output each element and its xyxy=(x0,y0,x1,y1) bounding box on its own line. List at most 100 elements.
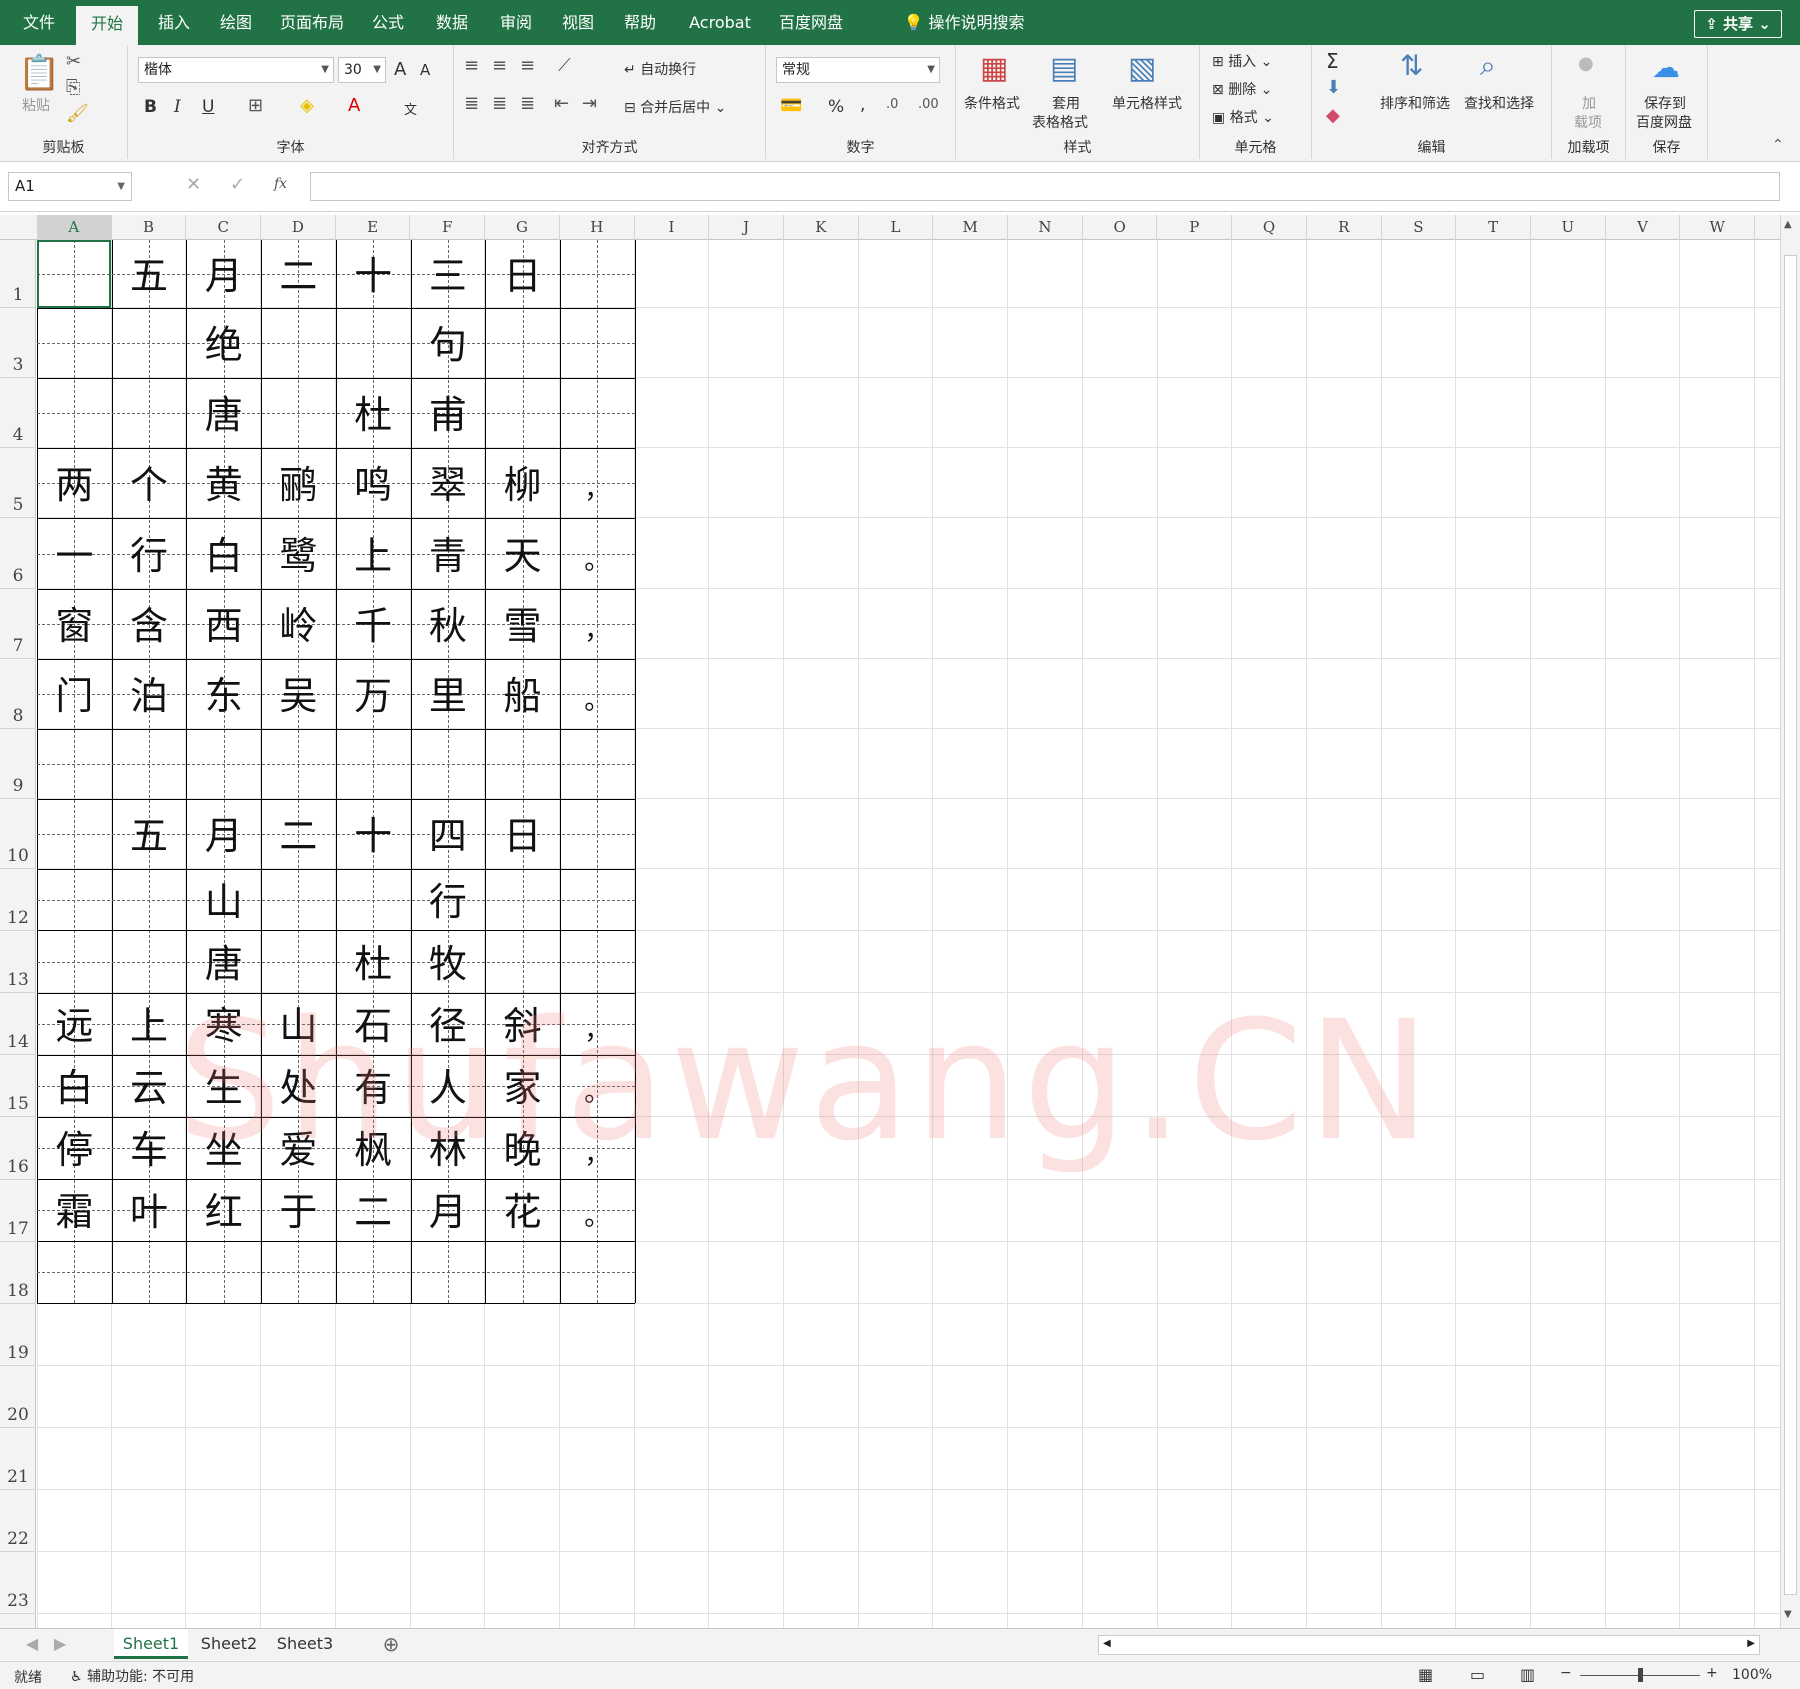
copy-icon[interactable]: ⎘ xyxy=(66,77,80,98)
poem-character[interactable]: 云 xyxy=(112,1066,187,1110)
poem-character[interactable]: 花 xyxy=(485,1190,560,1234)
column-header-v[interactable]: V xyxy=(1606,215,1681,240)
column-header-q[interactable]: Q xyxy=(1232,215,1307,240)
row-header-18[interactable]: 18 xyxy=(0,1242,36,1304)
font-name-select[interactable]: 楷体 ▼ xyxy=(138,57,334,83)
accessibility-status[interactable]: ♿ 辅助功能: 不可用 xyxy=(70,1666,194,1686)
merge-center-button[interactable]: ⊟ 合并后居中 ⌄ xyxy=(624,97,726,117)
column-header-t[interactable]: T xyxy=(1456,215,1531,240)
next-sheet-icon[interactable]: ▶ xyxy=(50,1629,70,1659)
clear-icon[interactable]: ◆ xyxy=(1326,105,1340,126)
column-header-o[interactable]: O xyxy=(1083,215,1158,240)
page-layout-view-icon[interactable]: ▭ xyxy=(1470,1665,1485,1684)
increase-decimal-icon[interactable]: .0 xyxy=(886,97,898,112)
addins-button[interactable]: 加 xyxy=(1582,93,1596,113)
scroll-left-icon[interactable]: ◀ xyxy=(1103,1638,1111,1649)
scroll-up-icon[interactable]: ▲ xyxy=(1784,219,1792,230)
poem-character[interactable]: 叶 xyxy=(112,1190,187,1234)
column-header-a[interactable]: A xyxy=(37,215,112,240)
page-break-view-icon[interactable]: ▥ xyxy=(1520,1665,1535,1684)
poem-character[interactable]: 山 xyxy=(186,880,261,924)
poem-character[interactable]: 牧 xyxy=(411,942,486,986)
tab-home[interactable]: 开始 xyxy=(76,6,138,45)
poem-character[interactable]: 。 xyxy=(560,1202,635,1232)
column-header-c[interactable]: C xyxy=(186,215,262,240)
format-table-button-2[interactable]: 表格格式 xyxy=(1032,112,1088,132)
cell-styles-icon[interactable]: ▧ xyxy=(1128,51,1156,86)
orientation-icon[interactable]: ⟋ xyxy=(558,55,571,76)
row-header-5[interactable]: 5 xyxy=(0,448,36,518)
align-right-icon[interactable]: ≣ xyxy=(520,93,535,114)
row-header-4[interactable]: 4 xyxy=(0,378,36,448)
row-header-20[interactable]: 20 xyxy=(0,1366,36,1428)
column-header-m[interactable]: M xyxy=(933,215,1009,240)
poem-character[interactable]: 唐 xyxy=(186,942,261,986)
grow-font-button[interactable]: A xyxy=(394,59,406,80)
tab-data[interactable]: 数据 xyxy=(424,0,480,45)
insert-cells-button[interactable]: ⊞ 插入 ⌄ xyxy=(1212,51,1272,71)
tab-help[interactable]: 帮助 xyxy=(612,0,668,45)
poem-character[interactable]: 于 xyxy=(261,1190,336,1234)
tab-acrobat[interactable]: Acrobat xyxy=(680,0,760,45)
fill-color-icon[interactable]: ◈ xyxy=(300,95,314,116)
shrink-font-button[interactable]: A xyxy=(420,61,430,79)
borders-icon[interactable]: ⊞ xyxy=(248,95,263,116)
format-table-button[interactable]: 套用 xyxy=(1052,93,1080,113)
delete-cells-button[interactable]: ⊠ 删除 ⌄ xyxy=(1212,79,1272,99)
column-header-n[interactable]: N xyxy=(1008,215,1083,240)
comma-button[interactable]: , xyxy=(860,95,865,115)
decrease-decimal-icon[interactable]: .00 xyxy=(918,97,939,112)
zoom-slider[interactable] xyxy=(1580,1668,1700,1682)
poem-character[interactable]: 红 xyxy=(186,1190,261,1234)
tab-page-layout[interactable]: 页面布局 xyxy=(272,0,352,45)
sort-filter-button[interactable]: 排序和筛选 xyxy=(1380,93,1450,113)
conditional-format-icon[interactable]: ▦ xyxy=(980,51,1008,86)
row-header-17[interactable]: 17 xyxy=(0,1180,36,1242)
conditional-format-button[interactable]: 条件格式 xyxy=(964,93,1020,113)
row-header-16[interactable]: 16 xyxy=(0,1117,36,1180)
column-header-l[interactable]: L xyxy=(859,215,934,240)
format-cells-button[interactable]: ▣ 格式 ⌄ xyxy=(1212,107,1274,127)
tab-formulas[interactable]: 公式 xyxy=(360,0,416,45)
paste-button[interactable]: 粘贴 xyxy=(22,95,50,115)
column-header-s[interactable]: S xyxy=(1382,215,1457,240)
worksheet-grid[interactable]: 五月二十三日绝句唐杜甫两个黄鹂鸣翠柳，一行白鹭上青天。窗含西岭千秋雪，门泊东吴万… xyxy=(37,240,1780,1628)
cell-styles-button[interactable]: 单元格样式 xyxy=(1112,93,1182,113)
poem-character[interactable]: 二 xyxy=(336,1190,411,1234)
find-select-icon[interactable]: ⌕ xyxy=(1480,49,1496,83)
align-center-icon[interactable]: ≣ xyxy=(492,93,507,114)
underline-button[interactable]: U xyxy=(202,97,214,117)
column-header-f[interactable]: F xyxy=(411,215,486,240)
vertical-scrollbar[interactable]: ▲ ▼ xyxy=(1780,215,1800,1628)
save-baidu-button[interactable]: 保存到 xyxy=(1644,93,1686,113)
poem-character[interactable]: 杜 xyxy=(336,942,411,986)
row-header-1[interactable]: 1 xyxy=(0,240,36,308)
zoom-in-icon[interactable]: + xyxy=(1706,1665,1718,1681)
row-header-19[interactable]: 19 xyxy=(0,1304,36,1366)
column-header-r[interactable]: R xyxy=(1307,215,1382,240)
row-header-15[interactable]: 15 xyxy=(0,1055,36,1117)
column-header-d[interactable]: D xyxy=(261,215,336,240)
align-middle-icon[interactable]: ≡ xyxy=(492,55,507,76)
number-format-select[interactable]: 常规 ▼ xyxy=(776,57,940,83)
poem-character[interactable]: 停 xyxy=(37,1128,112,1172)
tell-me-search[interactable]: 💡 操作说明搜索 xyxy=(874,0,1054,45)
align-left-icon[interactable]: ≣ xyxy=(464,93,479,114)
column-header-j[interactable]: J xyxy=(709,215,784,240)
row-header-21[interactable]: 21 xyxy=(0,1428,36,1490)
format-table-icon[interactable]: ▤ xyxy=(1050,51,1078,86)
row-header-14[interactable]: 14 xyxy=(0,993,36,1055)
tab-view[interactable]: 视图 xyxy=(550,0,606,45)
name-box[interactable]: A1 ▼ xyxy=(8,172,132,201)
autosum-button[interactable]: Σ xyxy=(1326,49,1339,73)
bold-button[interactable]: B xyxy=(144,97,157,117)
row-header-23[interactable]: 23 xyxy=(0,1552,36,1614)
cancel-icon[interactable]: ✕ xyxy=(186,174,201,195)
poem-character[interactable]: 行 xyxy=(411,880,486,924)
column-header-u[interactable]: U xyxy=(1531,215,1606,240)
zoom-level[interactable]: 100% xyxy=(1732,1667,1772,1683)
cut-icon[interactable]: ✂ xyxy=(66,51,81,72)
sheet-tab-sheet2[interactable]: Sheet2 xyxy=(192,1629,266,1659)
scroll-right-icon[interactable]: ▶ xyxy=(1747,1638,1755,1649)
tab-file[interactable]: 文件 xyxy=(10,0,68,45)
